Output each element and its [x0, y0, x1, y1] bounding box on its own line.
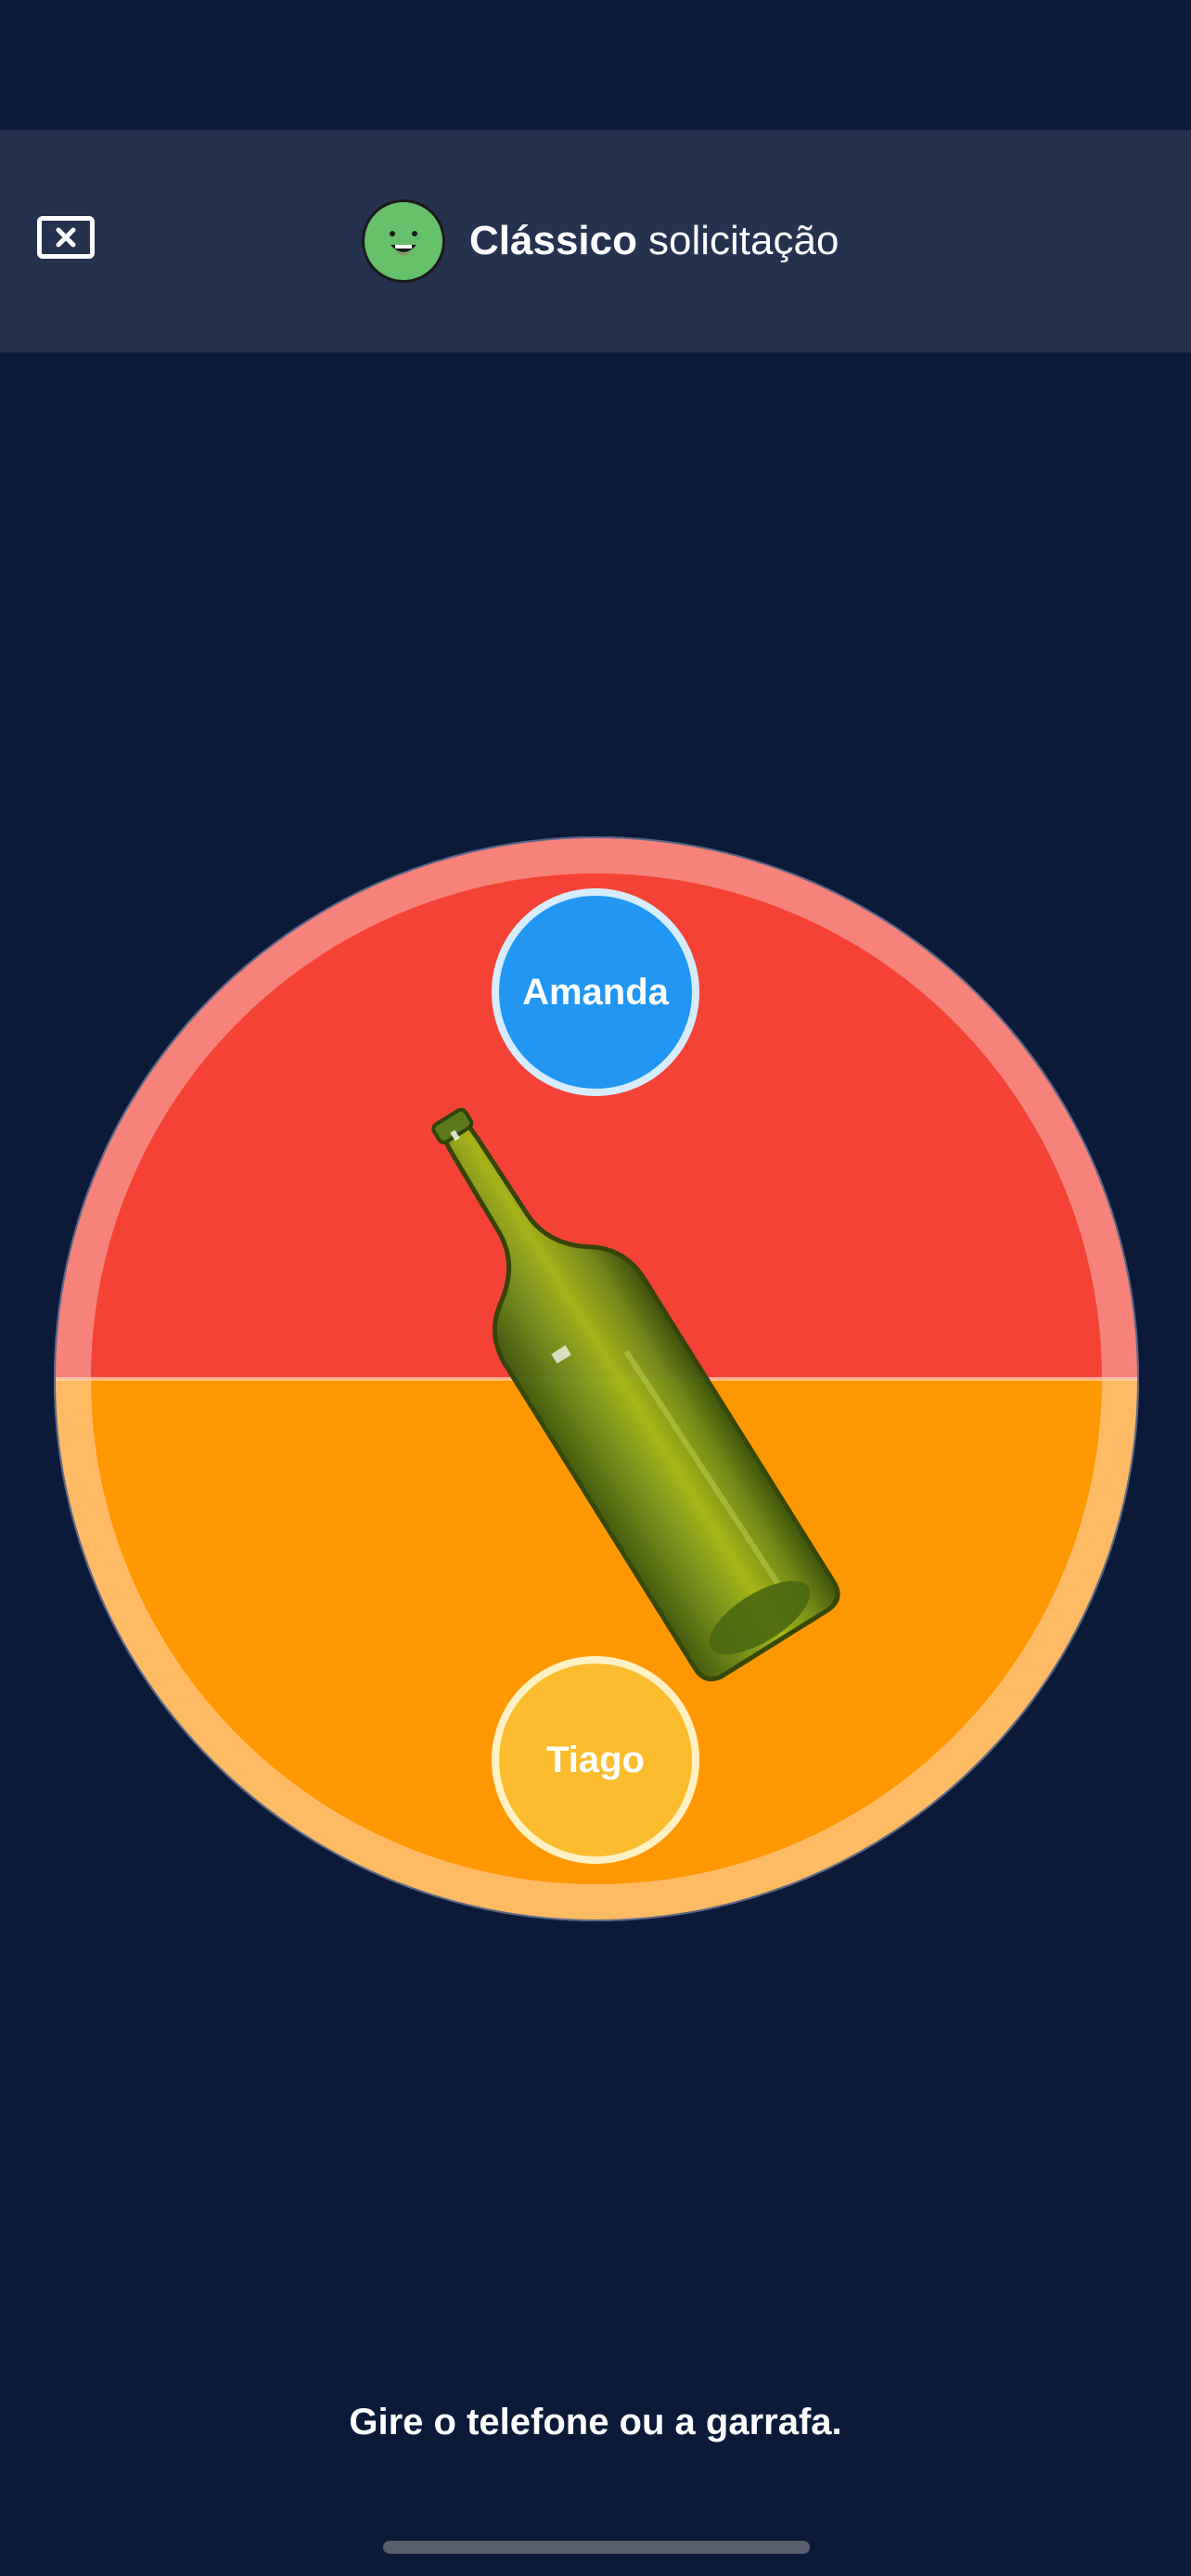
close-icon [56, 227, 76, 248]
smiley-face-icon [362, 199, 445, 283]
close-button[interactable] [37, 216, 95, 259]
bottle-icon[interactable] [371, 1066, 853, 1697]
home-indicator[interactable] [383, 2541, 810, 2554]
player-name: Tiago [546, 1739, 645, 1780]
header-title: Clássico solicitação [362, 198, 839, 285]
mode-subtitle: solicitação [647, 218, 839, 263]
header-bar: Clássico solicitação [0, 130, 1191, 352]
game-screen: Clássico solicitação Amanda Tiago Gire o… [0, 0, 1191, 2576]
instruction-text: Gire o telefone ou a garrafa. [349, 2402, 842, 2442]
player-name: Amanda [522, 971, 669, 1013]
mode-name: Clássico [469, 218, 637, 263]
player-amanda[interactable]: Amanda [492, 888, 699, 1096]
